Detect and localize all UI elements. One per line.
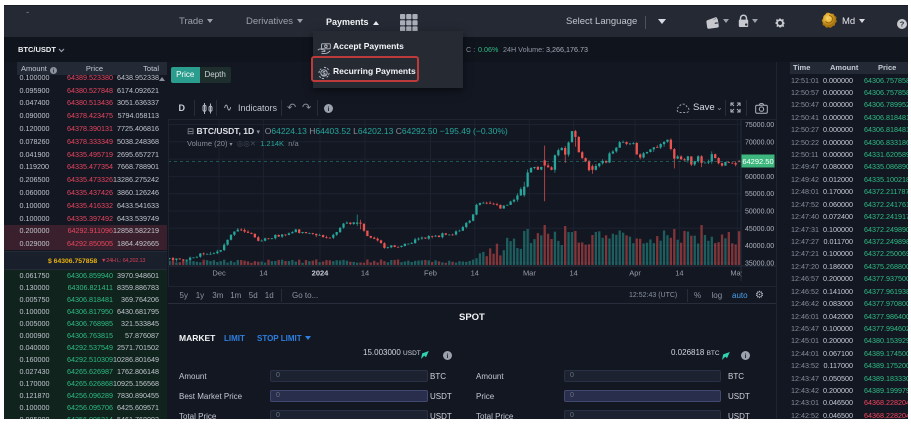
svg-text:55000.00: 55000.00 xyxy=(745,191,774,198)
svg-text:Mar: Mar xyxy=(523,269,536,278)
svg-text:50000.00: 50000.00 xyxy=(745,209,774,216)
svg-text:i: i xyxy=(745,353,747,360)
svg-text:64292.50: 64292.50 xyxy=(742,157,773,166)
svg-text:14: 14 xyxy=(471,269,479,278)
svg-text:14: 14 xyxy=(675,269,683,278)
svg-text:2024: 2024 xyxy=(312,269,330,278)
svg-text:60000.00: 60000.00 xyxy=(745,174,774,181)
svg-text:Feb: Feb xyxy=(424,269,437,278)
svg-text:70000.00: 70000.00 xyxy=(745,139,774,146)
svg-text:Apr: Apr xyxy=(629,269,641,278)
svg-text:75000.00: 75000.00 xyxy=(745,122,774,129)
svg-text:35000.00: 35000.00 xyxy=(745,260,774,267)
svg-text:40000.00: 40000.00 xyxy=(745,243,774,250)
svg-text:Dec: Dec xyxy=(212,269,226,278)
svg-text:45000.00: 45000.00 xyxy=(745,226,774,233)
svg-text:14: 14 xyxy=(259,269,267,278)
svg-text:14: 14 xyxy=(361,269,369,278)
svg-text:i: i xyxy=(447,353,449,360)
svg-text:?: ? xyxy=(900,20,905,29)
svg-text:i: i xyxy=(328,105,330,112)
svg-text:14: 14 xyxy=(570,269,578,278)
